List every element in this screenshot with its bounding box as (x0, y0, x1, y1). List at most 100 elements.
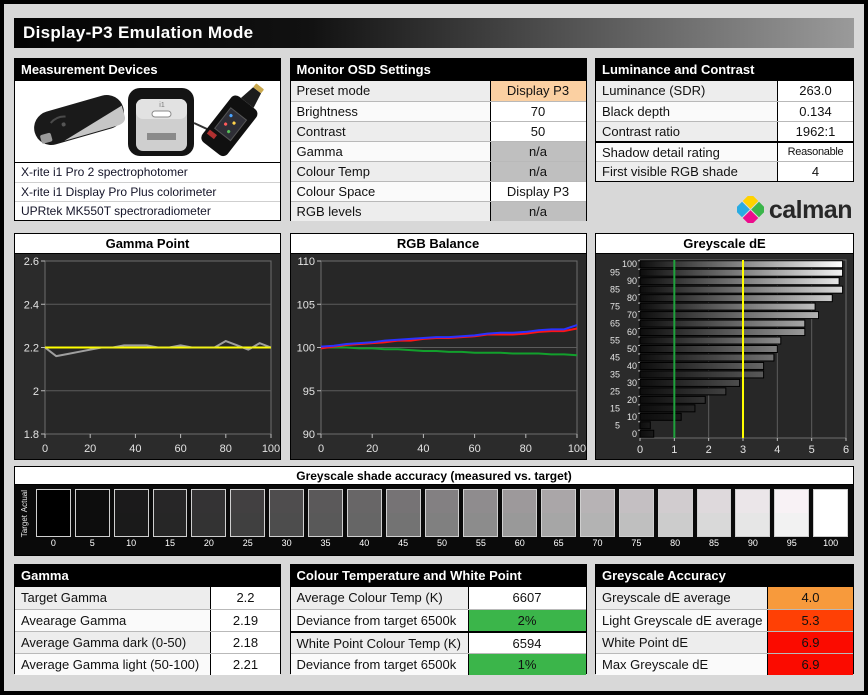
greyscale-accuracy-header: Greyscale Accuracy (596, 565, 853, 587)
shade-slot: 25 (230, 489, 265, 554)
svg-text:50: 50 (627, 344, 637, 354)
shade-slot: 5 (75, 489, 110, 554)
row-label: Deviance from target 6500k (291, 610, 468, 631)
calman-logo-icon (737, 196, 764, 223)
row-value: 6594 (468, 633, 586, 653)
shade-swatch (463, 489, 498, 537)
shade-level-label: 60 (502, 538, 537, 550)
device-photos-illustration: i1 (25, 83, 270, 161)
rgb-balance-chart-title: RGB Balance (291, 234, 586, 254)
svg-text:40: 40 (417, 443, 429, 455)
shade-slot: 65 (541, 489, 576, 554)
greyscale-de-chart-title: Greyscale dE (596, 234, 853, 254)
shade-swatch (153, 489, 188, 537)
actual-row-label: Actual (20, 490, 29, 512)
target-shade (698, 513, 731, 536)
target-shade (348, 513, 381, 536)
target-shade (192, 513, 225, 536)
shade-level-label: 65 (541, 538, 576, 550)
actual-shade (736, 490, 769, 513)
row-value: 50 (490, 122, 586, 141)
row-label: Average Gamma light (50-100) (15, 654, 210, 675)
svg-text:40: 40 (627, 361, 637, 371)
gamma-point-chart-title: Gamma Point (15, 234, 280, 254)
actual-shade (659, 490, 692, 513)
table-row: Luminance (SDR)263.0 (596, 81, 853, 101)
shade-swatch (697, 489, 732, 537)
gamma-summary-header: Gamma (15, 565, 280, 587)
svg-text:2.2: 2.2 (24, 343, 39, 355)
target-shade (270, 513, 303, 536)
shade-slot: 40 (347, 489, 382, 554)
table-row: Black depth0.134 (596, 101, 853, 121)
rgb-balance-chart: 9095100105110020406080100 (291, 254, 586, 459)
monitor-osd-panel: Monitor OSD Settings Preset modeDisplay … (290, 58, 587, 221)
table-row: Target Gamma2.2 (15, 587, 280, 609)
svg-text:1.8: 1.8 (24, 429, 39, 441)
row-label: Max Greyscale dE (596, 654, 767, 675)
shade-swatch (191, 489, 226, 537)
shade-swatch (269, 489, 304, 537)
row-label: White Point dE (596, 632, 767, 653)
target-shade (426, 513, 459, 536)
page-title-bar: Display-P3 Emulation Mode (14, 18, 854, 48)
shade-swatch (774, 489, 809, 537)
target-shade (37, 513, 70, 536)
row-value: 6.9 (767, 632, 853, 653)
svg-text:3: 3 (740, 444, 746, 456)
shade-slot: 55 (463, 489, 498, 554)
svg-text:80: 80 (220, 443, 232, 455)
row-label: Contrast (291, 122, 490, 141)
device-list: X-rite i1 Pro 2 spectrophotomerX-rite i1… (15, 163, 280, 220)
table-row: Preset modeDisplay P3 (291, 81, 586, 101)
svg-text:40: 40 (129, 443, 141, 455)
target-shade (464, 513, 497, 536)
target-shade (659, 513, 692, 536)
row-label: Target Gamma (15, 587, 210, 609)
actual-shade (426, 490, 459, 513)
shade-slot: 100 (813, 489, 848, 554)
row-label: Colour Space (291, 182, 490, 201)
actual-shade (37, 490, 70, 513)
shade-level-label: 70 (580, 538, 615, 550)
svg-text:100: 100 (296, 343, 314, 355)
svg-text:6: 6 (843, 444, 849, 456)
rgb-balance-chart-panel: RGB Balance 9095100105110020406080100 (290, 233, 587, 460)
shade-level-label: 15 (153, 538, 188, 550)
shade-level-label: 50 (425, 538, 460, 550)
row-value: 0.134 (777, 102, 853, 121)
shade-level-label: 10 (114, 538, 149, 550)
table-row: Contrast ratio1962:1 (596, 121, 853, 141)
greyscale-de-chart: 0123456051015202530354045505560657075808… (596, 254, 853, 459)
svg-text:0: 0 (637, 444, 643, 456)
greyscale-accuracy-panel: Greyscale Accuracy Greyscale dE average4… (595, 564, 854, 674)
shade-row-labels: Actual Target (18, 489, 34, 554)
row-label: RGB levels (291, 202, 490, 221)
shade-swatch (386, 489, 421, 537)
shade-level-label: 25 (230, 538, 265, 550)
gamma-point-chart: 1.822.22.42.6020406080100 (15, 254, 280, 459)
svg-text:i1: i1 (159, 102, 165, 109)
row-value: 2.18 (210, 632, 280, 653)
shade-swatch (230, 489, 265, 537)
shade-level-label: 35 (308, 538, 343, 550)
table-row: Brightness70 (291, 101, 586, 121)
actual-shade (76, 490, 109, 513)
luminance-column: Luminance and Contrast Luminance (SDR)26… (595, 58, 854, 221)
shade-swatch (619, 489, 654, 537)
svg-text:85: 85 (610, 285, 620, 295)
svg-text:90: 90 (302, 429, 314, 441)
shade-slot: 70 (580, 489, 615, 554)
row-label: Greyscale dE average (596, 587, 767, 609)
row-label: Average Colour Temp (K) (291, 587, 468, 609)
target-shade (309, 513, 342, 536)
table-row: First visible RGB shade4 (596, 161, 853, 181)
shade-level-label: 45 (386, 538, 421, 550)
svg-text:0: 0 (42, 443, 48, 455)
row-label: Brightness (291, 102, 490, 121)
svg-text:30: 30 (627, 378, 637, 388)
shade-slot: 90 (735, 489, 770, 554)
report-page: Display-P3 Emulation Mode Measurement De… (0, 0, 868, 695)
svg-text:2: 2 (706, 444, 712, 456)
shade-swatch (425, 489, 460, 537)
